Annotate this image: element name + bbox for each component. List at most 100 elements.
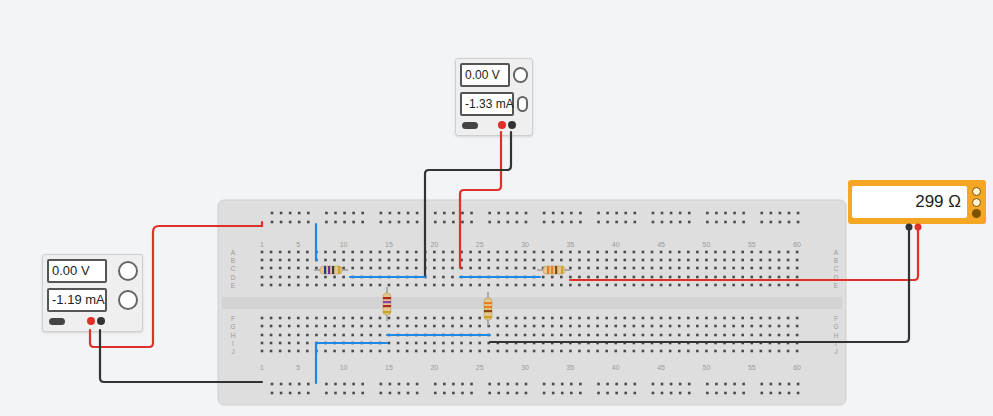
svg-text:I: I	[232, 340, 234, 347]
svg-text:J: J	[834, 348, 837, 355]
row-letter: BB	[231, 257, 838, 264]
svg-text:50: 50	[703, 241, 711, 248]
wire[interactable]	[100, 330, 262, 382]
current-display: -1.19 mA	[47, 288, 107, 312]
wire[interactable]	[90, 222, 262, 347]
svg-text:G: G	[230, 323, 235, 330]
svg-text:60: 60	[793, 364, 801, 371]
current-display: -1.33 mA	[460, 92, 514, 116]
svg-text:40: 40	[612, 241, 620, 248]
multimeter-display: 299 Ω	[852, 186, 967, 218]
svg-text:F: F	[834, 315, 838, 322]
svg-text:25: 25	[476, 241, 484, 248]
wire[interactable]	[570, 228, 918, 280]
voltage-display: 0.00 V	[460, 63, 510, 87]
svg-text:25: 25	[476, 364, 484, 371]
svg-text:D: D	[834, 274, 839, 281]
power-switch[interactable]	[49, 318, 65, 325]
row-letter: EE	[231, 282, 839, 289]
svg-text:30: 30	[521, 241, 529, 248]
svg-text:35: 35	[566, 241, 574, 248]
svg-text:35: 35	[566, 364, 574, 371]
wire[interactable]	[387, 334, 490, 336]
svg-text:10: 10	[340, 364, 348, 371]
multimeter[interactable]: 299 Ω	[848, 180, 986, 224]
wire[interactable]	[460, 132, 501, 268]
column-number: 11	[260, 241, 264, 371]
svg-text:E: E	[231, 282, 236, 289]
wire[interactable]	[490, 228, 909, 342]
svg-text:45: 45	[657, 364, 665, 371]
mode-dial-icon[interactable]	[972, 187, 981, 196]
resistor[interactable]	[314, 266, 348, 274]
svg-text:A: A	[834, 249, 839, 256]
column-number: 40 40	[612, 241, 620, 371]
knob-icon[interactable]	[517, 96, 528, 112]
svg-text:15: 15	[385, 241, 393, 248]
power-switch[interactable]	[462, 122, 478, 129]
svg-text:40: 40	[612, 364, 620, 371]
meter-positive-terminal[interactable]	[915, 224, 922, 231]
svg-text:60: 60	[793, 241, 801, 248]
meter-negative-terminal[interactable]	[906, 224, 913, 231]
power-supply[interactable]: 0.00 V-1.19 mA	[42, 254, 143, 332]
row-letter: GG	[230, 323, 838, 330]
power-supply[interactable]: 0.00 V -1.33 mA	[455, 58, 533, 136]
svg-text:G: G	[833, 323, 838, 330]
column-number: 10 10	[340, 241, 348, 371]
circuit-canvas: 1155101015152020252530303535404045455050…	[0, 0, 993, 416]
resistor[interactable]	[484, 292, 492, 326]
row-letter: DD	[231, 274, 839, 281]
column-number: 55	[296, 241, 300, 371]
negative-terminal[interactable]	[508, 121, 516, 129]
svg-text:C: C	[231, 265, 236, 272]
column-number: 55 55	[748, 241, 756, 371]
wire[interactable]	[315, 224, 317, 260]
svg-text:15: 15	[385, 364, 393, 371]
column-number: 2020	[430, 241, 438, 371]
svg-text:5: 5	[296, 364, 300, 371]
mode-dial-icon[interactable]	[972, 198, 981, 207]
resistor[interactable]	[383, 287, 391, 321]
svg-text:D: D	[231, 274, 236, 281]
negative-terminal[interactable]	[97, 317, 105, 325]
svg-text:E: E	[834, 282, 839, 289]
wire[interactable]	[460, 276, 540, 278]
wire[interactable]	[350, 276, 425, 278]
column-number: 30 30	[521, 241, 529, 371]
svg-text:I: I	[835, 340, 837, 347]
column-number: 4545	[657, 241, 665, 371]
svg-text:30: 30	[521, 364, 529, 371]
row-letter: FF	[231, 315, 838, 322]
row-letter: JJ	[231, 348, 837, 355]
wire[interactable]	[316, 343, 387, 383]
svg-text:B: B	[231, 257, 235, 264]
wire[interactable]	[425, 132, 511, 277]
svg-text:5: 5	[296, 241, 300, 248]
svg-text:10: 10	[340, 241, 348, 248]
svg-text:A: A	[231, 249, 236, 256]
positive-terminal[interactable]	[87, 317, 95, 325]
svg-text:1: 1	[260, 241, 264, 248]
svg-text:B: B	[834, 257, 838, 264]
mode-dial-icon[interactable]	[972, 209, 981, 218]
wire-layer	[0, 0, 993, 416]
svg-text:F: F	[231, 315, 235, 322]
svg-text:55: 55	[748, 364, 756, 371]
knob-icon[interactable]	[513, 67, 528, 83]
column-number: 25 25	[476, 241, 484, 371]
knob-icon[interactable]	[118, 290, 138, 310]
svg-text:H: H	[834, 332, 839, 339]
knob-icon[interactable]	[118, 261, 138, 281]
svg-text:55: 55	[748, 241, 756, 248]
svg-text:50: 50	[703, 364, 711, 371]
row-letter: HH	[231, 332, 839, 339]
breadboard[interactable]: 1155101015152020252530303535404045455050…	[218, 200, 846, 405]
resistor[interactable]	[537, 266, 571, 274]
svg-text:20: 20	[430, 364, 438, 371]
svg-text:20: 20	[430, 241, 438, 248]
row-letter: AA	[231, 249, 839, 256]
positive-terminal[interactable]	[498, 121, 506, 129]
row-letter: II	[232, 340, 837, 347]
column-number: 35 35	[566, 241, 574, 371]
